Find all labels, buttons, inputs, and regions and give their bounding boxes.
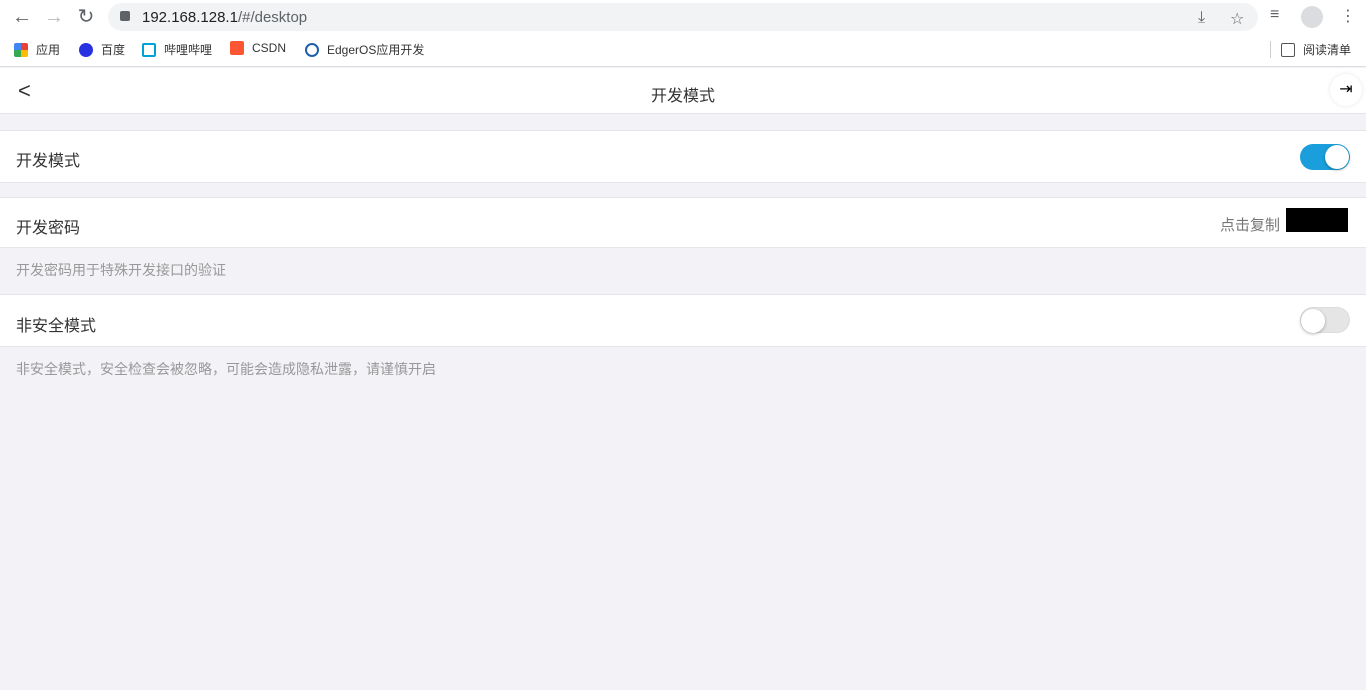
back-arrow-icon[interactable]: ← (10, 6, 34, 28)
insecure-mode-row: 非安全模式 (0, 294, 1366, 347)
address-bar[interactable]: 192.168.128.1/#/desktop ⤓ ☆ (108, 3, 1258, 31)
dev-password-label: 开发密码 (16, 220, 81, 237)
copy-password-link[interactable]: 点击复制 (1220, 214, 1280, 235)
avatar[interactable] (1301, 6, 1323, 28)
dev-password-row: 开发密码 点击复制 (0, 197, 1366, 248)
bookmarks-bar: 应用 百度 哔哩哔哩 CSDN EdgerOS应用开发 阅读清单 (0, 34, 1366, 67)
bookmark-label: 哔哩哔哩 (164, 43, 213, 57)
reading-list-icon (1281, 42, 1295, 57)
forward-arrow-icon[interactable]: → (42, 6, 66, 28)
insecure-mode-label: 非安全模式 (16, 318, 97, 335)
media-icon[interactable]: ≡ (1270, 6, 1279, 24)
url-path: /#/desktop (237, 9, 308, 26)
dev-mode-toggle[interactable] (1300, 144, 1350, 170)
browser-toolbar: ← → ↻ 192.168.128.1/#/desktop ⤓ ☆ ≡ ⋮ (0, 0, 1366, 34)
page-title: 开发模式 (650, 88, 715, 105)
bookmark-apps[interactable]: 应用 (14, 41, 60, 58)
insecure-mode-note: 非安全模式，安全检查会被忽略，可能会造成隐私泄露，请谨慎开启 (16, 361, 436, 377)
dev-mode-label: 开发模式 (16, 153, 81, 170)
more-icon[interactable]: ⋮ (1340, 6, 1356, 26)
bookmark-bilibili[interactable]: 哔哩哔哩 (142, 41, 212, 58)
edgeros-icon (305, 42, 319, 57)
csdn-icon (230, 41, 244, 55)
dev-mode-row: 开发模式 (0, 130, 1366, 183)
bookmark-label: EdgerOS应用开发 (327, 43, 425, 57)
apps-grid-icon (14, 42, 28, 57)
reading-list[interactable]: 阅读清单 (1270, 41, 1351, 58)
bookmark-csdn[interactable]: CSDN (230, 41, 286, 55)
password-redacted[interactable] (1286, 208, 1348, 232)
bookmark-baidu[interactable]: 百度 (79, 41, 125, 58)
bookmark-label: CSDN (252, 41, 287, 55)
bilibili-icon (142, 42, 156, 57)
bookmark-edgeros[interactable]: EdgerOS应用开发 (305, 41, 424, 58)
star-icon[interactable]: ☆ (1230, 9, 1244, 29)
dev-password-note: 开发密码用于特殊开发接口的验证 (16, 262, 226, 278)
logout-icon[interactable]: ⇥ (1330, 74, 1362, 106)
lock-icon (120, 11, 130, 21)
bookmark-label: 百度 (101, 43, 126, 57)
reading-list-label: 阅读清单 (1303, 43, 1352, 57)
bookmark-label: 应用 (36, 43, 61, 57)
insecure-mode-toggle[interactable] (1300, 307, 1350, 333)
page-header: < 开发模式 (0, 68, 1366, 114)
baidu-icon (79, 42, 93, 57)
install-icon[interactable]: ⤓ (1198, 9, 1205, 27)
url-host: 192.168.128.1 (142, 9, 238, 26)
reload-icon[interactable]: ↻ (74, 6, 98, 28)
